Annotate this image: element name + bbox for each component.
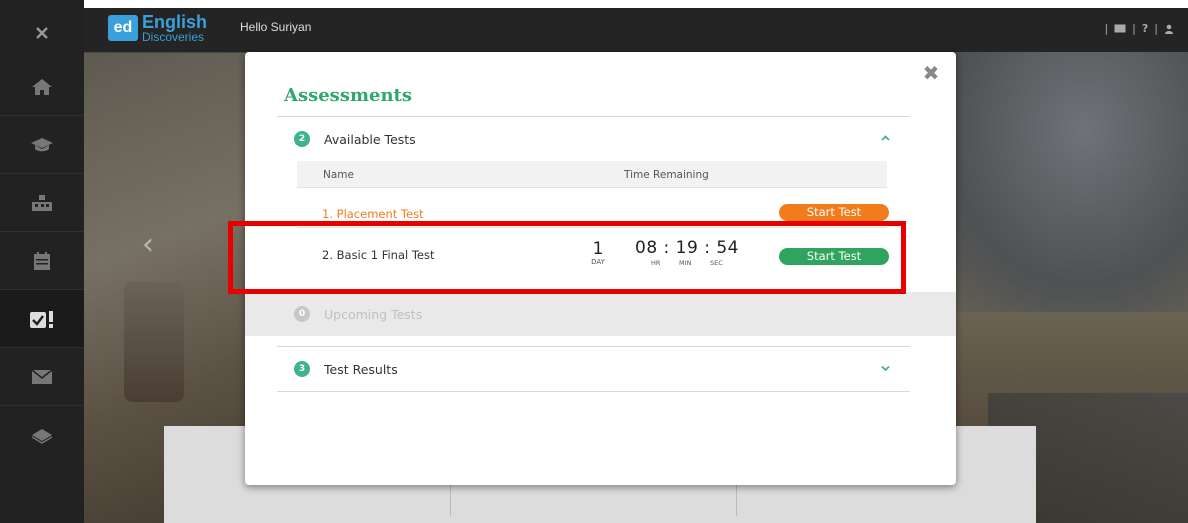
table-row: 1. Placement Test Start Test xyxy=(297,199,889,225)
sidebar-item-assessments[interactable] xyxy=(0,290,84,348)
test-results-header[interactable]: 3 Test Results xyxy=(277,347,910,391)
calendar-icon xyxy=(34,251,50,270)
hours-label: HR xyxy=(651,259,661,267)
logo-mark: ed xyxy=(108,15,138,41)
start-test-button[interactable]: Start Test xyxy=(779,204,889,221)
test-results-label: Test Results xyxy=(324,361,398,377)
brand-logo[interactable]: ed English Discoveries xyxy=(108,11,207,45)
days-value: 1 xyxy=(592,239,604,259)
seconds-label: SEC xyxy=(710,259,723,267)
top-bar: ed English Discoveries Hello Suriyan | |… xyxy=(84,0,1188,52)
divider xyxy=(297,227,887,228)
messages-icon xyxy=(31,368,53,384)
column-header-time: Time Remaining xyxy=(624,169,709,181)
app-root: ‹ ed English Discoveries Hello Suriyan |… xyxy=(0,0,1188,523)
course-icon xyxy=(31,137,53,151)
separator: | xyxy=(1104,22,1109,35)
upcoming-tests-section: 0 Upcoming Tests xyxy=(277,292,910,336)
test-name[interactable]: 1. Placement Test xyxy=(322,207,424,221)
days-label: DAY xyxy=(591,258,605,266)
upcoming-tests-header: 0 Upcoming Tests xyxy=(277,292,910,336)
modal-close-icon[interactable]: ✖ xyxy=(922,63,940,83)
sidebar-item-calendar[interactable] xyxy=(0,232,84,290)
user-greeting: Hello Suriyan xyxy=(240,20,312,34)
brand-name: English xyxy=(142,12,208,32)
available-count-badge: 2 xyxy=(294,131,310,147)
separator: | xyxy=(1154,22,1158,35)
help-icon[interactable]: ? xyxy=(1142,22,1148,35)
assessments-icon xyxy=(30,310,53,328)
home-icon xyxy=(32,78,52,95)
classroom-icon xyxy=(32,194,52,211)
separator: | xyxy=(1132,22,1136,35)
modal-title: Assessments xyxy=(284,85,412,106)
sidebar xyxy=(0,0,84,523)
top-right-tools: | | ? | xyxy=(1104,22,1174,35)
upcoming-tests-label: Upcoming Tests xyxy=(324,306,423,322)
test-results-section: 3 Test Results xyxy=(277,346,910,392)
carousel-prev-icon[interactable]: ‹ xyxy=(142,227,164,267)
sidebar-item-classroom[interactable] xyxy=(0,174,84,232)
library-icon xyxy=(31,429,53,444)
results-count-badge: 3 xyxy=(294,361,310,377)
available-tests-header[interactable]: 2 Available Tests xyxy=(277,117,910,161)
start-test-button[interactable]: Start Test xyxy=(779,248,889,265)
countdown-timer: 08 : 19 : 54 xyxy=(635,238,739,258)
minutes-label: MIN xyxy=(679,259,692,267)
sidebar-item-messages[interactable] xyxy=(0,348,84,406)
chevron-down-icon[interactable] xyxy=(881,361,890,374)
available-tests-section: 2 Available Tests Name Time Remaining 1.… xyxy=(277,117,910,267)
days-remaining: 1 DAY xyxy=(586,240,610,266)
table-row: 2. Basic 1 Final Test 1 DAY 08 : 19 : 54… xyxy=(297,230,889,280)
available-tests-label: Available Tests xyxy=(324,131,416,147)
sidebar-item-home[interactable] xyxy=(0,58,84,116)
mail-icon[interactable] xyxy=(1114,24,1126,33)
sidebar-item-course[interactable] xyxy=(0,116,84,174)
test-name: 2. Basic 1 Final Test xyxy=(322,248,435,262)
table-header: Name Time Remaining xyxy=(297,161,887,188)
chevron-up-icon[interactable] xyxy=(881,131,890,144)
column-header-name: Name xyxy=(323,169,354,181)
upcoming-count-badge: 0 xyxy=(294,306,310,322)
sidebar-close-icon[interactable] xyxy=(0,8,84,58)
brand-subname: Discoveries xyxy=(142,30,205,44)
user-icon[interactable] xyxy=(1164,24,1174,34)
assessments-modal: ✖ Assessments 2 Available Tests Name Tim… xyxy=(245,52,956,485)
sidebar-item-library[interactable] xyxy=(0,406,84,464)
